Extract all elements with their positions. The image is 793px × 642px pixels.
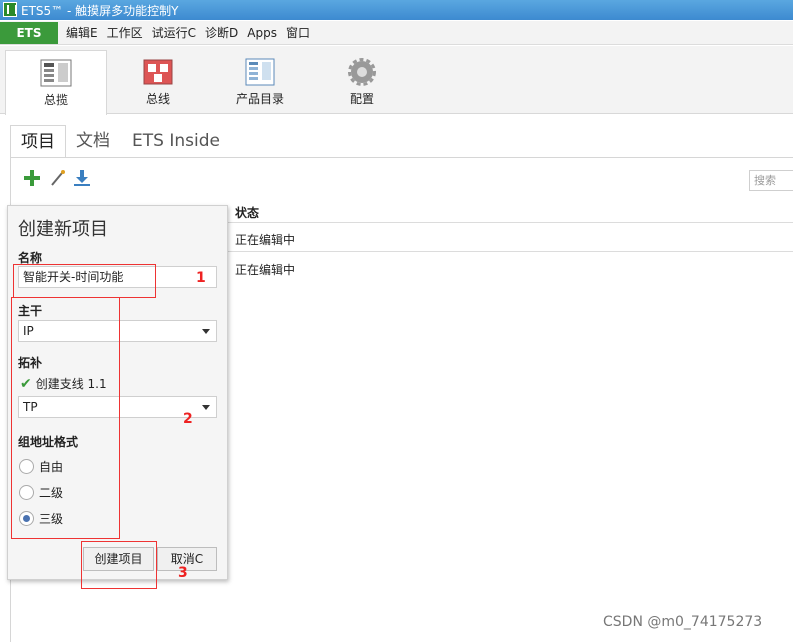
menu-diagnostics[interactable]: 诊断D bbox=[205, 21, 238, 45]
import-icon[interactable] bbox=[72, 168, 92, 188]
status-column-header[interactable]: 状态 bbox=[235, 204, 259, 221]
window-title: ETS5™ - 触摸屏多功能控制Y bbox=[21, 4, 179, 18]
catalog-icon bbox=[245, 58, 275, 86]
tab-ets-inside[interactable]: ETS Inside bbox=[132, 125, 220, 158]
gear-icon bbox=[348, 58, 376, 86]
ribbon-label: 产品目录 bbox=[235, 92, 284, 106]
wizard-icon[interactable] bbox=[48, 168, 68, 188]
ribbon-bus-button[interactable]: 总线 bbox=[120, 50, 196, 114]
ets-menu-button[interactable]: ETS bbox=[0, 22, 58, 44]
annotation-box bbox=[81, 541, 157, 589]
menu-window[interactable]: 窗口 bbox=[286, 21, 310, 45]
search-input[interactable]: 搜索 bbox=[749, 170, 793, 191]
ribbon-catalog-button[interactable]: 产品目录 bbox=[222, 50, 298, 114]
title-bar: ETS5™ - 触摸屏多功能控制Y bbox=[0, 0, 793, 20]
ribbon-label: 总揽 bbox=[43, 93, 68, 107]
ribbon: 总揽 总线 产品目录 配置 bbox=[0, 46, 793, 115]
annotation-box bbox=[13, 264, 156, 298]
bus-icon bbox=[143, 59, 173, 85]
menu-workspace[interactable]: 工作区 bbox=[107, 21, 143, 45]
watermark: CSDN @m0_74175273 bbox=[603, 614, 763, 630]
ribbon-label: 配置 bbox=[349, 92, 374, 106]
menu-edit[interactable]: 编辑E bbox=[66, 21, 98, 45]
menu-bar: ETS 编辑E 工作区 试运行C 诊断D Apps 窗口 bbox=[0, 21, 793, 45]
ribbon-overview-button[interactable]: 总揽 bbox=[5, 50, 107, 115]
table-divider bbox=[228, 251, 793, 252]
annotation-number: 1 bbox=[196, 270, 206, 286]
annotation-number: 2 bbox=[183, 411, 193, 427]
overview-icon bbox=[40, 59, 72, 87]
table-divider bbox=[228, 222, 793, 223]
annotation-number: 3 bbox=[178, 565, 188, 581]
ets-app-icon bbox=[3, 2, 17, 17]
tab-documents[interactable]: 文档 bbox=[76, 125, 110, 158]
add-icon[interactable] bbox=[22, 168, 42, 188]
table-row-status[interactable]: 正在编辑中 bbox=[235, 231, 295, 248]
popup-title: 创建新项目 bbox=[18, 219, 108, 240]
table-row-status[interactable]: 正在编辑中 bbox=[235, 261, 295, 278]
tab-divider bbox=[10, 157, 793, 158]
menu-apps[interactable]: Apps bbox=[247, 21, 277, 45]
tab-project[interactable]: 项目 bbox=[10, 125, 66, 158]
ribbon-label: 总线 bbox=[145, 92, 170, 106]
ribbon-settings-button[interactable]: 配置 bbox=[324, 50, 400, 114]
menu-commissioning[interactable]: 试运行C bbox=[152, 21, 196, 45]
annotation-box bbox=[11, 297, 120, 539]
